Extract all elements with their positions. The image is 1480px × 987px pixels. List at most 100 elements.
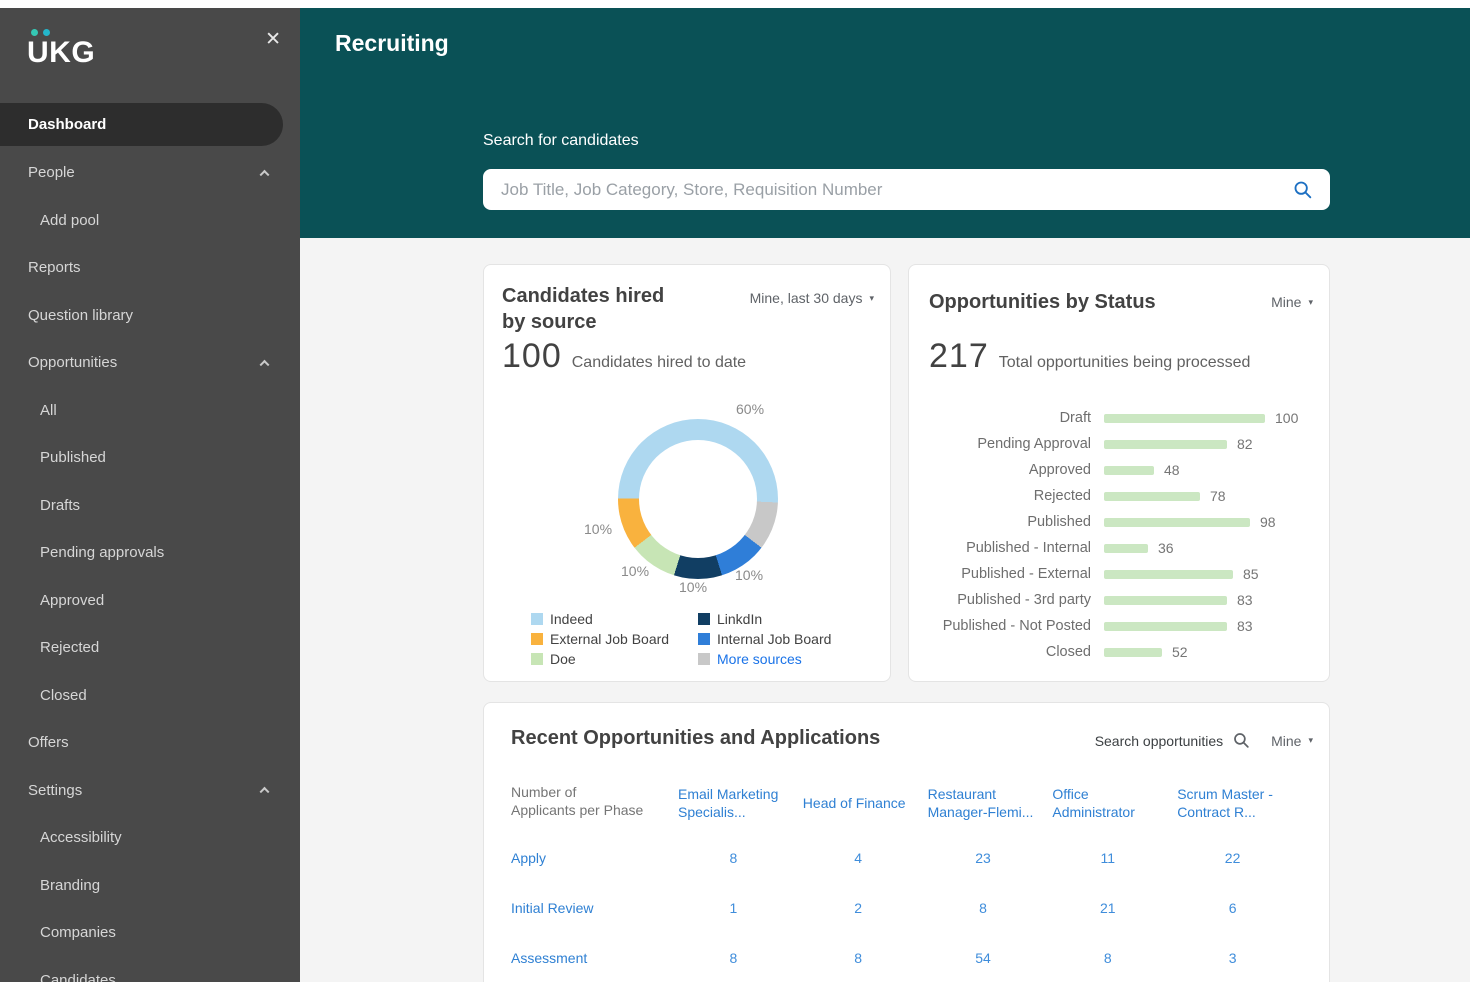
chevron-down-icon: ▾: [869, 292, 874, 303]
status-bar-value: 98: [1260, 514, 1276, 530]
status-filter-dropdown[interactable]: Mine ▾: [1271, 294, 1313, 310]
sidebar-item-opportunities[interactable]: Opportunities: [0, 339, 300, 387]
applicant-count[interactable]: 54: [928, 933, 1053, 982]
status-bar: [1104, 439, 1227, 449]
donut-percent-label: 10%: [735, 567, 764, 583]
applicant-count[interactable]: 8: [678, 833, 803, 883]
phase-link-initial-review[interactable]: Initial Review: [511, 883, 678, 933]
status-bar: [1104, 595, 1227, 605]
candidate-search-input[interactable]: [483, 179, 1292, 200]
search-opportunities-button[interactable]: Search opportunities: [1095, 731, 1251, 750]
applications-table: Number of Applicants per Phase Email Marke…: [511, 773, 1302, 982]
sidebar-item-add-pool[interactable]: Add pool: [0, 197, 300, 245]
status-bar-row-published-3rd-party: Published - 3rd party 83: [929, 587, 1319, 613]
applicant-count[interactable]: 22: [1177, 833, 1302, 883]
search-button[interactable]: [1292, 179, 1330, 201]
search-icon: [1294, 181, 1312, 198]
sidebar-item-reports[interactable]: Reports: [0, 244, 300, 292]
column-header-head-of-finance[interactable]: Head of Finance: [803, 773, 928, 833]
hired-total-number: 100: [502, 337, 562, 375]
applicant-count[interactable]: 8: [678, 933, 803, 982]
candidate-search-box: [483, 169, 1330, 210]
sidebar-item-label: Dashboard: [28, 116, 107, 133]
legend-label: External Job Board: [550, 631, 670, 647]
status-bar: [1104, 413, 1265, 423]
applicant-count[interactable]: 6: [1177, 883, 1302, 933]
sidebar-item-candidates[interactable]: Candidates: [0, 957, 300, 982]
sidebar-item-settings[interactable]: Settings: [0, 767, 300, 815]
legend-label: Indeed: [550, 611, 593, 627]
chevron-up-icon[interactable]: [259, 787, 270, 797]
sidebar-item-dashboard[interactable]: Dashboard: [0, 103, 283, 146]
status-bar-value: 85: [1243, 566, 1259, 582]
status-bar-row-published-internal: Published - Internal 36: [929, 535, 1319, 561]
status-bar: [1104, 543, 1148, 553]
chevron-down-icon: ▾: [1308, 735, 1313, 745]
legend-label[interactable]: More sources: [717, 651, 802, 667]
applicant-count[interactable]: 4: [803, 833, 928, 883]
sidebar-item-companies[interactable]: Companies: [0, 909, 300, 957]
legend-item-more-sources[interactable]: More sources: [698, 649, 831, 669]
card-title-line1: Candidates hired: [502, 285, 665, 307]
candidates-hired-card: Candidates hired by source Mine, last 30…: [483, 264, 891, 682]
applicant-count[interactable]: 21: [1052, 883, 1177, 933]
hired-by-source-donut-chart: [618, 419, 778, 579]
recent-opportunities-card: Recent Opportunities and Applications Se…: [483, 702, 1330, 982]
chevron-up-icon[interactable]: [259, 169, 270, 180]
sidebar-item-people[interactable]: People: [0, 149, 300, 197]
chevron-up-icon[interactable]: [259, 359, 270, 370]
filter-label: Mine: [1271, 294, 1302, 310]
hired-total: 100 Candidates hired to date: [502, 337, 746, 376]
status-bar-label: Published - Not Posted: [942, 618, 1091, 634]
applicant-count[interactable]: 1: [678, 883, 803, 933]
sidebar: UKG ✕ Dashboard People Add pool Reports Ques…: [0, 8, 300, 982]
sidebar-item-closed[interactable]: Closed: [0, 672, 300, 720]
sidebar-item-accessibility[interactable]: Accessibility: [0, 814, 300, 862]
sidebar-item-label: Rejected: [40, 639, 100, 657]
status-bar: [1104, 517, 1250, 527]
sidebar-item-question-library[interactable]: Question library: [0, 292, 300, 340]
status-bar-chart: Draft 100 Pending Approval 82 Approved 48 Reje…: [929, 405, 1319, 665]
phase-link-apply[interactable]: Apply: [511, 833, 678, 883]
recent-filter-dropdown[interactable]: Mine ▾: [1271, 733, 1313, 749]
status-bar-row-closed: Closed 52: [929, 639, 1319, 665]
sidebar-item-label: Branding: [40, 876, 101, 894]
indeed-swatch: [531, 613, 543, 625]
sidebar-item-label: People: [28, 164, 75, 182]
status-bar-value: 83: [1237, 618, 1253, 634]
logo-dot-right: [43, 29, 50, 36]
hired-filter-dropdown[interactable]: Mine, last 30 days ▾: [750, 290, 874, 306]
close-icon[interactable]: ✕: [265, 30, 281, 49]
sidebar-item-rejected[interactable]: Rejected: [0, 624, 300, 672]
sidebar-item-label: All: [40, 401, 57, 419]
filter-label: Mine: [1271, 732, 1302, 749]
applicant-count[interactable]: 8: [803, 933, 928, 982]
column-header-scrum-master-contract-r[interactable]: Scrum Master - Contract R...: [1177, 773, 1302, 833]
applicant-count[interactable]: 2: [803, 883, 928, 933]
donut-percent-label: 10%: [621, 563, 650, 579]
legend-item-external-job-board: External Job Board: [531, 629, 698, 649]
applicant-count[interactable]: 11: [1052, 833, 1177, 883]
sidebar-item-label: Candidates: [40, 971, 116, 982]
dashboard-content: Candidates hired by source Mine, last 30…: [300, 238, 1470, 982]
sidebar-item-label: Published: [40, 449, 106, 467]
applicant-count[interactable]: 3: [1177, 933, 1302, 982]
donut-percent-label: 10%: [584, 521, 613, 537]
sidebar-item-approved[interactable]: Approved: [0, 577, 300, 625]
applicant-count[interactable]: 23: [928, 833, 1053, 883]
sidebar-item-branding[interactable]: Branding: [0, 862, 300, 910]
column-header-restaurant-manager-flemi[interactable]: Restaurant Manager-Flemi...: [928, 773, 1053, 833]
chevron-down-icon: ▾: [1308, 296, 1313, 307]
sidebar-item-pending-approvals[interactable]: Pending approvals: [0, 529, 300, 577]
sidebar-item-all[interactable]: All: [0, 387, 300, 435]
column-header-office-administrator[interactable]: Office Administrator: [1052, 773, 1177, 833]
applicant-count[interactable]: 8: [928, 883, 1053, 933]
column-header-email-marketing-specialis[interactable]: Email Marketing Specialis...: [678, 773, 803, 833]
applicant-count[interactable]: 8: [1052, 933, 1177, 982]
sidebar-item-label: Offers: [28, 734, 69, 752]
phase-link-assessment[interactable]: Assessment: [511, 933, 678, 982]
sidebar-item-published[interactable]: Published: [0, 434, 300, 482]
sidebar-item-offers[interactable]: Offers: [0, 719, 300, 767]
sidebar-item-drafts[interactable]: Drafts: [0, 482, 300, 530]
donut-legend: Indeed External Job Board Doe LinkdIn Intern…: [531, 609, 831, 669]
